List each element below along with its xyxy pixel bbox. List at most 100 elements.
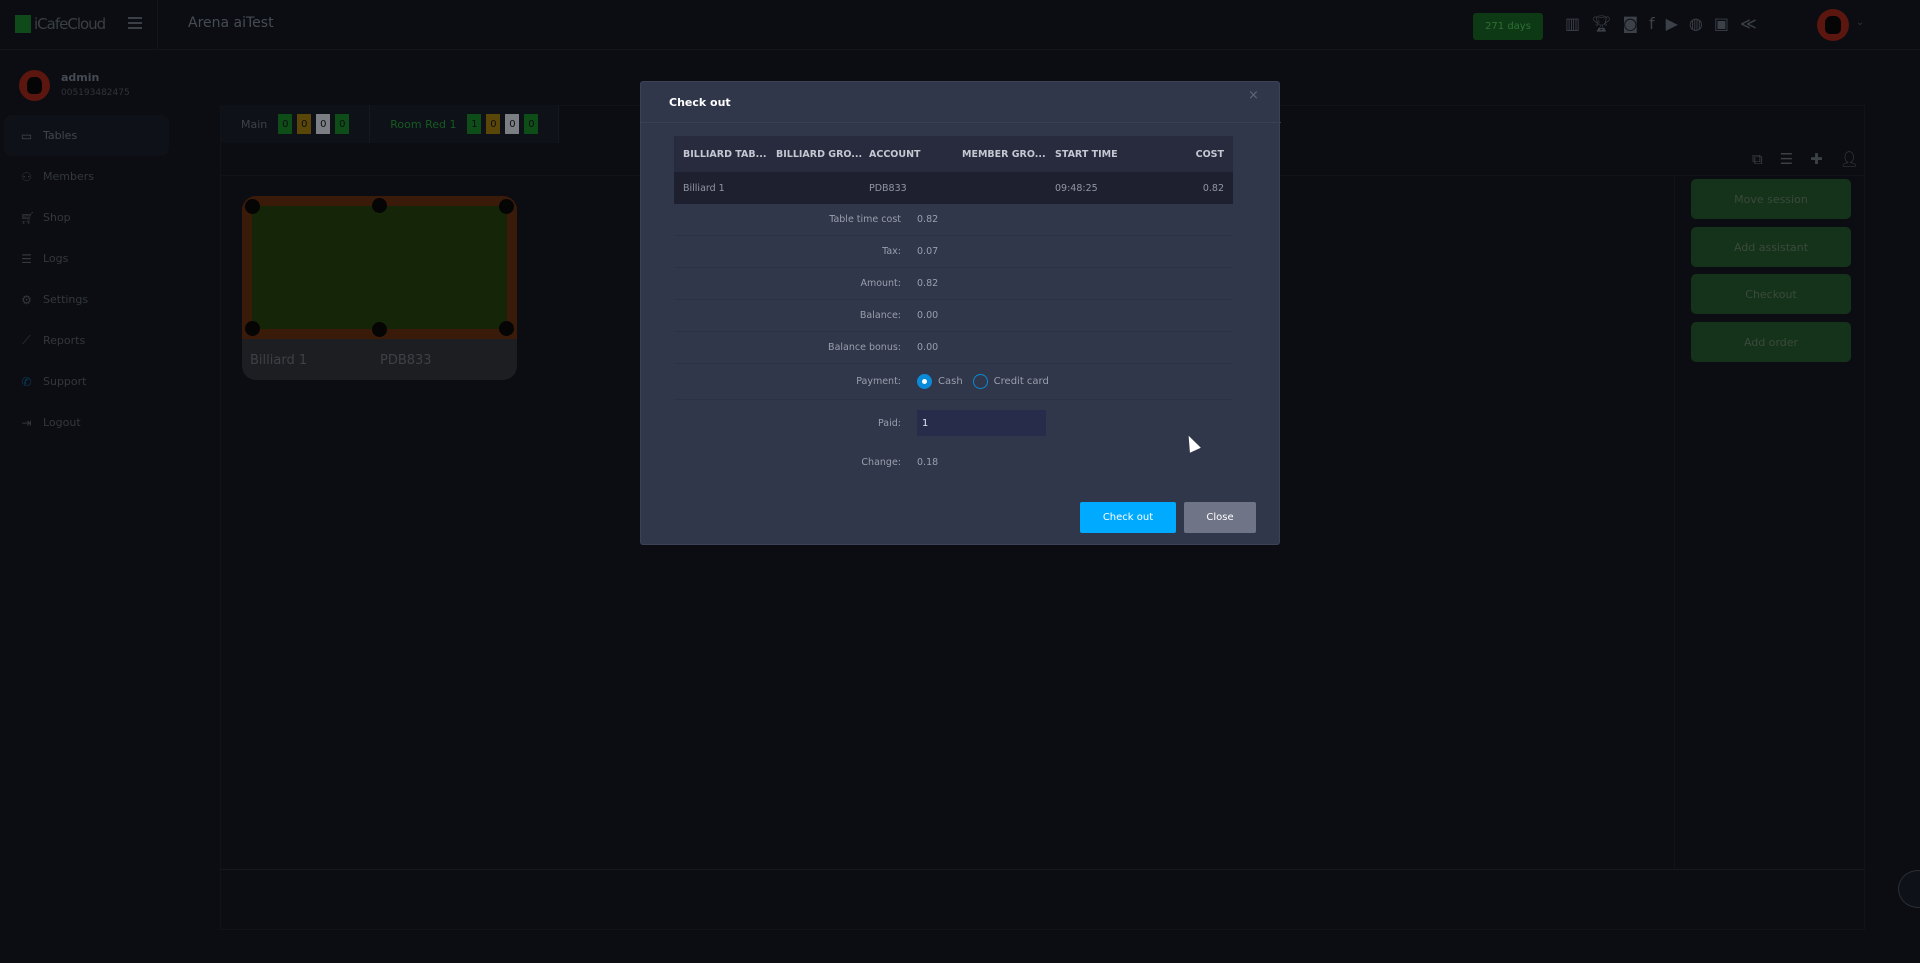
count-badge: 0 (486, 114, 501, 134)
sidebar-item-logs[interactable]: ☰ Logs (4, 238, 169, 279)
add-assistant-button[interactable]: Add assistant (1691, 227, 1851, 267)
divider (220, 869, 1865, 870)
user-name: admin (61, 71, 100, 84)
chevron-down-icon[interactable]: ⌄ (1856, 17, 1864, 28)
avatar (19, 70, 50, 101)
column-header[interactable]: BILLIARD TAB... (674, 149, 767, 160)
globe-icon[interactable]: ◍ (1689, 14, 1703, 33)
tab-label: Main (241, 117, 268, 131)
header-links: ▥ 🏆︎ ◙ f ▶ ◍ ▣ ≪ (1565, 14, 1757, 33)
summary-balance-bonus: Balance bonus: 0.00 (674, 332, 1233, 364)
column-header[interactable]: COST (1139, 149, 1233, 160)
tab-main[interactable]: Main 0000 (221, 105, 371, 143)
plus-icon[interactable]: ✚ (1810, 150, 1823, 168)
sidebar-item-label: Tables (43, 129, 78, 142)
summary-table-time-cost: Table time cost 0.82 (674, 204, 1233, 236)
header-avatar[interactable] (1817, 9, 1849, 41)
sidebar-item-settings[interactable]: ⚙ Settings (4, 279, 169, 320)
sidebar-item-shop[interactable]: 🛒︎ Shop (4, 197, 169, 238)
list-view-icon[interactable]: ☰ (1780, 150, 1793, 168)
sidebar-item-logout[interactable]: ⇥ Logout (4, 402, 169, 443)
sidebar-item-reports[interactable]: ⟋ Reports (4, 320, 169, 361)
column-header[interactable]: MEMBER GRO... (953, 149, 1046, 160)
credit-card-label[interactable]: Credit card (994, 376, 1049, 387)
count-badge: 1 (467, 114, 482, 134)
sidebar-item-label: Logs (43, 252, 69, 265)
move-session-button[interactable]: Move session (1691, 179, 1851, 219)
summary-amount: Amount: 0.82 (674, 268, 1233, 300)
fullscreen-icon[interactable]: ⧉ (1752, 150, 1763, 168)
page-title: Arena aiTest (188, 15, 274, 31)
close-icon[interactable]: × (1248, 88, 1259, 103)
column-header[interactable]: ACCOUNT (860, 149, 953, 160)
trophy-icon[interactable]: 🏆︎ (1591, 14, 1611, 33)
checkout-side-button[interactable]: Checkout (1691, 274, 1851, 314)
sidebar-item-label: Members (43, 170, 94, 183)
modal-title: Check out (669, 96, 731, 109)
table-header: BILLIARD TAB... BILLIARD GRO... ACCOUNT … (674, 136, 1233, 172)
license-days-badge[interactable]: 271 days (1473, 13, 1543, 40)
change-row: Change: 0.18 (674, 446, 1233, 478)
sidebar-item-label: Reports (43, 334, 86, 347)
collapse-panel-button[interactable] (1898, 870, 1920, 908)
cash-label[interactable]: Cash (938, 376, 963, 387)
sidebar-item-tables[interactable]: ▭ Tables (4, 115, 169, 156)
divider (1674, 176, 1675, 869)
billiard-table-image (242, 196, 517, 339)
summary-tax: Tax: 0.07 (674, 236, 1233, 268)
summary-value: 0.82 (917, 214, 939, 225)
close-button[interactable]: Close (1184, 502, 1256, 533)
sidebar-item-label: Shop (43, 211, 71, 224)
table-cell: PDB833 (869, 182, 907, 194)
monitor-icon: ▭ (20, 128, 33, 143)
icafe-icon[interactable]: ▣ (1714, 14, 1729, 33)
summary-label: Amount: (860, 278, 901, 289)
table-cell: 0.82 (1202, 182, 1224, 194)
count-badge: 0 (505, 114, 520, 134)
discord-icon[interactable]: ◙ (1622, 14, 1638, 33)
paid-row: Paid: (674, 400, 1233, 446)
add-order-button[interactable]: Add order (1691, 322, 1851, 362)
table-name: Billiard 1 (250, 353, 308, 368)
logo-mark-icon (15, 15, 31, 33)
sidebar: ▭ Tables ⚇ Members 🛒︎ Shop ☰ Logs ⚙ Settings … (4, 115, 169, 443)
sidebar-item-support[interactable]: ✆ Support (4, 361, 169, 402)
ranking-icon[interactable]: ▥ (1565, 14, 1580, 33)
check-out-button[interactable]: Check out (1080, 502, 1176, 533)
youtube-icon[interactable]: ▶ (1666, 14, 1678, 33)
logo[interactable]: iCafeCloud (15, 15, 106, 33)
summary-label: Table time cost (829, 214, 901, 225)
summary-value: 0.00 (917, 310, 939, 321)
billiard-table-card[interactable]: Billiard 1 PDB833 (242, 196, 517, 380)
sidebar-item-label: Settings (43, 293, 89, 306)
change-value: 0.18 (917, 456, 939, 468)
logout-icon: ⇥ (21, 415, 32, 430)
tab-room-red-1[interactable]: Room Red 1 1000 (370, 105, 560, 143)
sidebar-item-members[interactable]: ⚇ Members (4, 156, 169, 197)
sidebar-item-label: Logout (43, 416, 81, 429)
summary-value: 0.07 (917, 246, 939, 257)
summary-value: 0.00 (917, 342, 939, 353)
room-tabs: Main 0000 Room Red 1 1000 (221, 105, 560, 143)
count-badge: 0 (297, 114, 312, 134)
checkout-table: BILLIARD TAB... BILLIARD GRO... ACCOUNT … (674, 136, 1233, 204)
credit-card-radio[interactable] (972, 374, 988, 389)
summary-label: Balance: (859, 310, 901, 321)
view-toolbar: ⧉ ☰ ✚ 👤︎ (1752, 150, 1859, 168)
brand-icon[interactable]: ≪ (1740, 14, 1757, 33)
summary-label: Tax: (882, 246, 901, 257)
column-header[interactable]: BILLIARD GRO... (767, 149, 862, 160)
cash-radio[interactable] (917, 374, 932, 389)
user-id: 005193482475 (61, 88, 130, 98)
change-label: Change: (861, 456, 901, 468)
payment-row: Payment: Cash Credit card (674, 364, 1233, 400)
phone-icon: ✆ (21, 374, 32, 389)
hamburger-menu-icon[interactable] (128, 17, 142, 29)
column-header[interactable]: START TIME (1046, 149, 1139, 160)
facebook-icon[interactable]: f (1649, 14, 1655, 33)
paid-input[interactable] (917, 410, 1046, 436)
summary-balance: Balance: 0.00 (674, 300, 1233, 332)
members-icon: ⚇ (21, 169, 32, 184)
table-row[interactable]: Billiard 1 PDB833 09:48:25 0.82 (674, 172, 1233, 204)
user-icon[interactable]: 👤︎ (1840, 150, 1859, 168)
